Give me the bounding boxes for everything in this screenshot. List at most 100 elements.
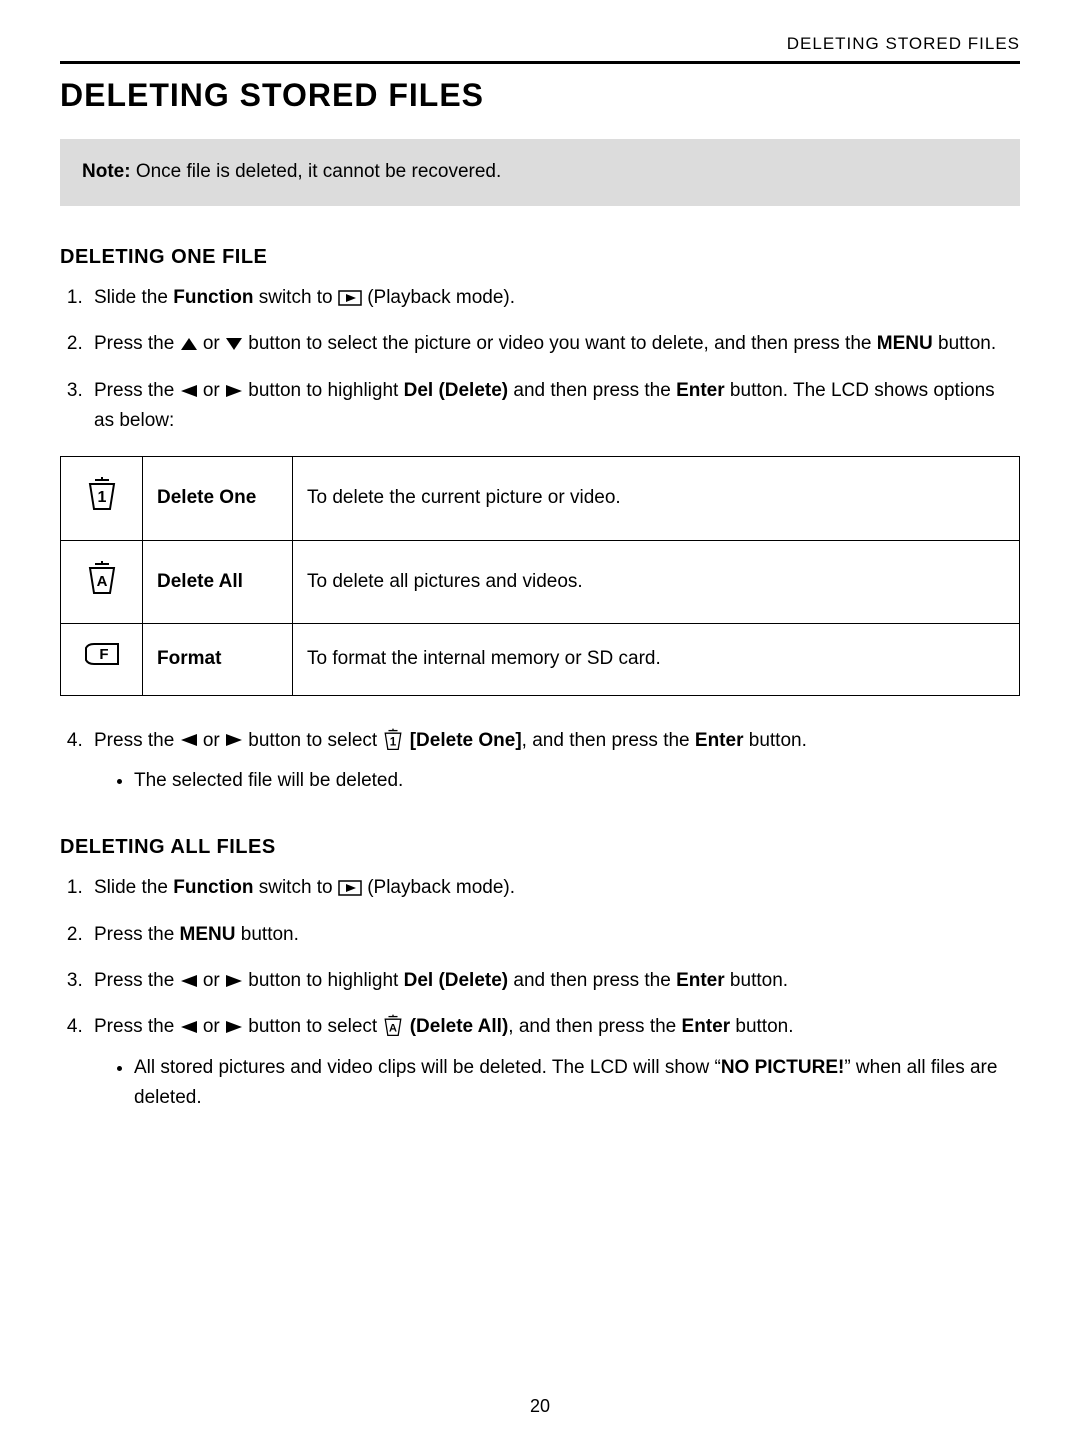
right-arrow-icon <box>225 974 243 988</box>
list-item: Press the or button to highlight Del (De… <box>88 966 1020 996</box>
section1-steps-cont: Press the or button to select 1 [Delete … <box>60 726 1020 797</box>
text: button to select <box>248 730 382 751</box>
delete-one-icon: 1 <box>85 475 119 511</box>
down-arrow-icon <box>225 337 243 351</box>
delete-one-icon: 1 <box>382 727 404 751</box>
section2-steps: Slide the Function switch to (Playback m… <box>60 873 1020 1113</box>
delete-all-icon: A <box>85 559 119 595</box>
cell-name: Delete All <box>143 540 293 623</box>
list-item: Press the or button to select the pictur… <box>88 329 1020 359</box>
list-item: Press the or button to select 1 [Delete … <box>88 726 1020 797</box>
playback-icon <box>338 290 362 306</box>
text-bold: Function <box>173 287 253 308</box>
list-item: All stored pictures and video clips will… <box>134 1053 1020 1114</box>
svg-text:1: 1 <box>97 489 106 506</box>
left-arrow-icon <box>180 974 198 988</box>
text-bold: Enter <box>682 1016 731 1037</box>
text-bold: Del (Delete) <box>404 970 509 991</box>
sub-bullets: The selected file will be deleted. <box>94 766 1020 796</box>
text: or <box>203 380 225 401</box>
cell-desc: To format the internal memory or SD card… <box>293 624 1020 695</box>
cell-icon: F <box>61 624 143 695</box>
text-bold: Enter <box>676 380 725 401</box>
svg-text:1: 1 <box>390 735 397 748</box>
text: button to select <box>248 1016 382 1037</box>
note-label: Note: <box>82 161 131 182</box>
left-arrow-icon <box>180 733 198 747</box>
text: Press the <box>94 970 180 991</box>
text: or <box>203 333 225 354</box>
text: Press the <box>94 730 180 751</box>
format-icon: F <box>84 642 120 666</box>
text: and then press the <box>508 380 676 401</box>
sub-bullets: All stored pictures and video clips will… <box>94 1053 1020 1114</box>
text: (Playback mode). <box>367 287 515 308</box>
svg-text:A: A <box>389 1023 397 1035</box>
text: Slide the <box>94 287 173 308</box>
page-title: DELETING STORED FILES <box>60 70 1020 121</box>
options-table: 1 Delete One To delete the current pictu… <box>60 456 1020 695</box>
cell-name: Format <box>143 624 293 695</box>
text: Slide the <box>94 877 173 898</box>
section1-steps: Slide the Function switch to (Playback m… <box>60 283 1020 437</box>
list-item: Press the MENU button. <box>88 920 1020 950</box>
text: , and then press the <box>522 730 695 751</box>
text: Press the <box>94 333 180 354</box>
text: , and then press the <box>508 1016 681 1037</box>
note-box: Note: Once file is deleted, it cannot be… <box>60 139 1020 205</box>
text: switch to <box>253 287 337 308</box>
text: Press the <box>94 1016 180 1037</box>
text: button. <box>933 333 996 354</box>
list-item: Press the or button to select A (Delete … <box>88 1012 1020 1113</box>
text-bold: MENU <box>180 924 236 945</box>
text: button. <box>725 970 788 991</box>
note-text: Once file is deleted, it cannot be recov… <box>131 161 502 182</box>
text-bold: MENU <box>877 333 933 354</box>
list-item: Slide the Function switch to (Playback m… <box>88 283 1020 313</box>
up-arrow-icon <box>180 337 198 351</box>
header-label: DELETING STORED FILES <box>60 30 1020 64</box>
text: button to select the picture or video yo… <box>248 333 876 354</box>
text: Press the <box>94 924 180 945</box>
text: and then press the <box>508 970 676 991</box>
text-bold: Enter <box>695 730 744 751</box>
right-arrow-icon <box>225 733 243 747</box>
text-bold: (Delete All) <box>410 1016 509 1037</box>
table-row: A Delete All To delete all pictures and … <box>61 540 1020 623</box>
text: button to highlight <box>248 970 403 991</box>
text: or <box>203 730 225 751</box>
text: or <box>203 970 225 991</box>
list-item: The selected file will be deleted. <box>134 766 1020 796</box>
page-number: 20 <box>0 1392 1080 1421</box>
left-arrow-icon <box>180 384 198 398</box>
text: All stored pictures and video clips will… <box>134 1057 721 1078</box>
cell-icon: 1 <box>61 457 143 540</box>
text: button to highlight <box>248 380 403 401</box>
text: (Playback mode). <box>367 877 515 898</box>
text: Press the <box>94 380 180 401</box>
cell-icon: A <box>61 540 143 623</box>
text: or <box>203 1016 225 1037</box>
text: button. <box>743 730 806 751</box>
svg-text:F: F <box>99 646 108 663</box>
right-arrow-icon <box>225 1020 243 1034</box>
svg-text:A: A <box>96 573 107 590</box>
table-row: F Format To format the internal memory o… <box>61 624 1020 695</box>
text-bold: Function <box>173 877 253 898</box>
delete-all-icon: A <box>382 1013 404 1037</box>
text-bold: Del (Delete) <box>404 380 509 401</box>
text: button. <box>236 924 299 945</box>
text-bold: NO PICTURE! <box>721 1057 845 1078</box>
text-bold: [Delete One] <box>410 730 522 751</box>
cell-desc: To delete the current picture or video. <box>293 457 1020 540</box>
section1-title: DELETING ONE FILE <box>60 241 1020 273</box>
right-arrow-icon <box>225 384 243 398</box>
playback-icon <box>338 880 362 896</box>
text: button. <box>730 1016 793 1037</box>
text-bold: Enter <box>676 970 725 991</box>
section2-title: DELETING ALL FILES <box>60 831 1020 863</box>
cell-name: Delete One <box>143 457 293 540</box>
cell-desc: To delete all pictures and videos. <box>293 540 1020 623</box>
list-item: Slide the Function switch to (Playback m… <box>88 873 1020 903</box>
text: switch to <box>253 877 337 898</box>
